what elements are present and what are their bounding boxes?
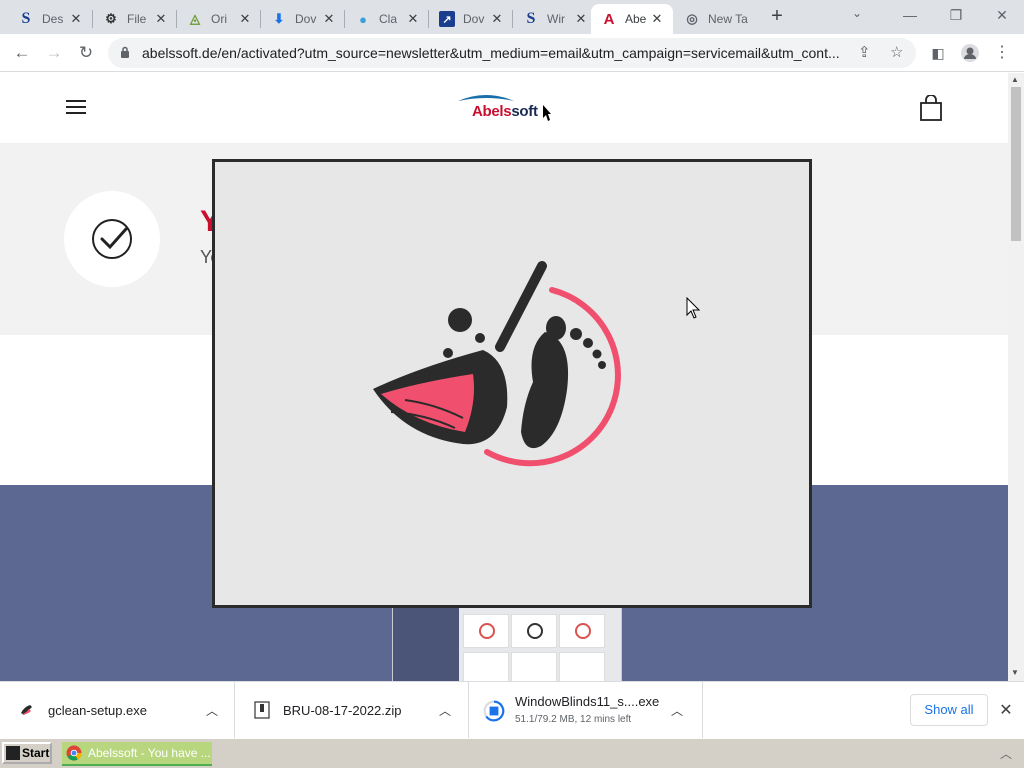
tab-title: Wir (547, 12, 565, 26)
url-text: abelssoft.de/en/activated?utm_source=new… (142, 45, 840, 61)
gclean-logo-icon (373, 261, 621, 467)
tab-title: Dov (463, 12, 485, 26)
download-item[interactable]: BRU-08-17-2022.zip ︿ (235, 682, 469, 739)
tab-title: New Tab (708, 12, 748, 26)
download-icon: ⬇ (273, 11, 285, 26)
tab-new-tab[interactable]: ◎ New Tab (674, 4, 760, 34)
minimize-button[interactable]: — (898, 4, 922, 26)
start-button[interactable]: Start (2, 742, 52, 764)
gclean-file-icon (21, 705, 32, 715)
close-icon[interactable]: ✕ (405, 11, 421, 27)
scroll-up-icon[interactable]: ▲ (1011, 75, 1019, 84)
back-arrow-icon[interactable]: ← (10, 41, 34, 65)
logo-text-abels: Abels (472, 103, 512, 120)
close-icon[interactable]: ✕ (237, 11, 253, 27)
download-status: 51.1/79.2 MB, 12 mins left (515, 714, 632, 725)
tab-6[interactable]: ↗ Dov ✕ (429, 4, 513, 34)
tab-title: Des (42, 12, 64, 26)
tab-favicon-s-icon: S (21, 10, 31, 27)
zip-file-icon (254, 701, 270, 719)
secondary-cursor-icon (543, 105, 551, 121)
download-filename: WindowBlinds11_s....exe (515, 694, 660, 709)
scroll-thumb[interactable] (1011, 87, 1021, 241)
globe-icon: ● (359, 11, 367, 27)
windows-flag-icon (6, 746, 20, 760)
chrome-icon (66, 745, 82, 761)
mouse-cursor-icon (686, 297, 700, 319)
chrome-icon: ◎ (686, 11, 698, 26)
product-screenshot (392, 607, 622, 681)
chevron-up-icon[interactable]: ︿ (206, 702, 218, 719)
chevron-up-icon[interactable]: ︿ (439, 702, 451, 719)
site-header: Abelssoft (0, 73, 1008, 143)
tab-strip: S Des ✕ ⚙ File ✕ ◬ Ori ✕ ⬇ Dov ✕ ● Cla ✕… (0, 0, 1024, 34)
tab-title: File (127, 12, 147, 26)
page-scrollbar[interactable]: ▲ ▼ (1008, 73, 1024, 681)
start-label: Start (22, 746, 50, 760)
hamburger-menu-icon[interactable] (66, 100, 86, 114)
tab-5[interactable]: ● Cla ✕ (345, 4, 429, 34)
download-item-in-progress[interactable]: WindowBlinds11_s....exe 51.1/79.2 MB, 12… (469, 682, 703, 739)
tab-title: Cla (379, 12, 398, 26)
forward-arrow-icon[interactable]: → (42, 41, 66, 65)
scroll-down-icon[interactable]: ▼ (1011, 668, 1019, 677)
tray-chevron-icon[interactable]: ︿ (1000, 745, 1012, 762)
close-icon[interactable]: ✕ (153, 11, 169, 27)
browser-toolbar: ← → ↻ abelssoft.de/en/activated?utm_sour… (0, 34, 1024, 72)
tab-title: Dov (295, 12, 317, 26)
close-icon[interactable]: ✕ (649, 11, 665, 27)
taskbar-chrome-item[interactable]: Abelssoft - You have ... (62, 742, 212, 766)
close-window-button[interactable]: ✕ (990, 4, 1014, 26)
download-shelf: gclean-setup.exe ︿ BRU-08-17-2022.zip ︿ … (0, 681, 1024, 739)
abelssoft-favicon-icon: A (603, 10, 615, 28)
taskbar: Start Abelssoft - You have ... ︿ (0, 738, 1024, 768)
tab-4[interactable]: ⬇ Dov ✕ (261, 4, 345, 34)
address-bar[interactable]: abelssoft.de/en/activated?utm_source=new… (108, 38, 916, 68)
download-item[interactable]: gclean-setup.exe ︿ (0, 682, 235, 739)
profile-avatar-icon[interactable] (958, 41, 982, 65)
new-tab-button[interactable]: + (766, 5, 788, 27)
check-circle-icon (64, 191, 160, 287)
download-filename: gclean-setup.exe (48, 703, 148, 718)
share-icon[interactable]: ⇪ (858, 43, 871, 61)
close-shelf-icon[interactable]: ✕ (996, 700, 1016, 720)
triangle-icon: ◬ (190, 11, 200, 26)
tab-search-chevron-icon[interactable]: ⌄ (852, 6, 862, 20)
tab-title: Abe (625, 12, 647, 26)
close-icon[interactable]: ✕ (68, 11, 84, 27)
reload-icon[interactable]: ↻ (74, 41, 98, 65)
bookmark-star-icon[interactable]: ☆ (890, 43, 903, 61)
restore-button[interactable]: ❐ (944, 4, 968, 26)
tab-7[interactable]: S Wir ✕ (513, 4, 597, 34)
chevron-up-icon[interactable]: ︿ (671, 702, 683, 719)
close-icon[interactable]: ✕ (489, 11, 505, 27)
tab-1[interactable]: S Des ✕ (8, 4, 92, 34)
tab-3[interactable]: ◬ Ori ✕ (177, 4, 261, 34)
close-icon[interactable]: ✕ (321, 11, 337, 27)
tab-title: Ori (211, 12, 227, 26)
logo-text-soft: soft (511, 103, 538, 120)
gear-icon: ⚙ (105, 11, 117, 26)
side-panel-icon[interactable]: ◧ (926, 41, 950, 65)
box-icon: ↗ (439, 11, 455, 27)
abelssoft-logo[interactable]: Abelssoft (456, 91, 556, 125)
tab-2[interactable]: ⚙ File ✕ (93, 4, 177, 34)
menu-kebab-icon[interactable]: ⋮ (990, 41, 1014, 65)
tab-active-abelssoft[interactable]: A Abe ✕ (591, 4, 673, 34)
progress-ring-icon (483, 700, 505, 722)
taskbar-item-label: Abelssoft - You have ... (88, 746, 211, 760)
gclean-splash-window (212, 159, 812, 608)
download-filename: BRU-08-17-2022.zip (283, 703, 402, 718)
lock-icon (121, 46, 129, 58)
close-icon[interactable]: ✕ (573, 11, 589, 27)
show-all-button[interactable]: Show all (910, 694, 988, 726)
tab-favicon-s-icon: S (526, 10, 536, 27)
shopping-bag-icon[interactable] (920, 95, 942, 121)
